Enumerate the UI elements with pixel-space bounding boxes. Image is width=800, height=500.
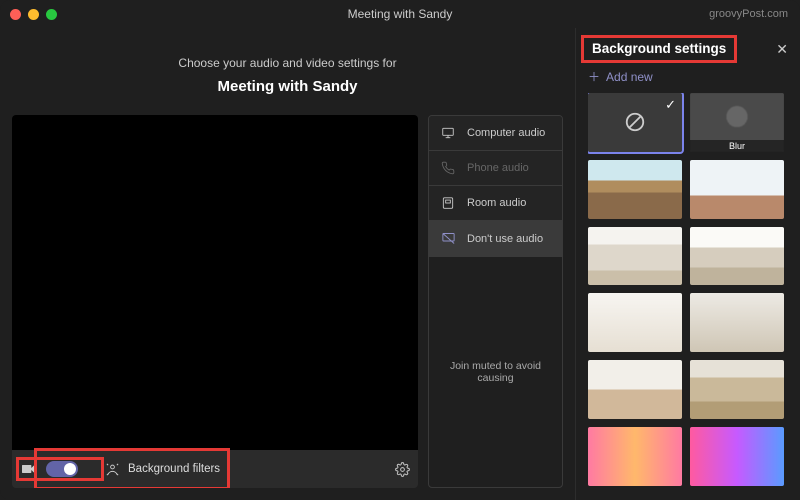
phone-audio-label: Phone audio [467, 162, 529, 174]
bg-option-image[interactable] [690, 360, 784, 419]
bg-option-image[interactable] [690, 160, 784, 219]
no-audio-icon [441, 231, 457, 246]
room-audio-label: Room audio [467, 197, 526, 209]
bg-option-none[interactable]: ✓ [588, 93, 682, 152]
bg-option-image[interactable] [690, 227, 784, 286]
add-new-button[interactable]: ＋ Add new [588, 68, 788, 85]
watermark: groovyPost.com [709, 8, 788, 20]
no-audio-option[interactable]: Don't use audio [429, 221, 562, 257]
audio-options: Computer audio Phone audio Room audio Do… [428, 115, 563, 488]
plus-icon: ＋ [588, 68, 600, 85]
phone-icon [441, 161, 457, 175]
phone-audio-option: Phone audio [429, 151, 562, 186]
bg-option-image[interactable] [588, 360, 682, 419]
monitor-icon [441, 126, 457, 140]
join-muted-note: Join muted to avoid causing [429, 257, 562, 487]
bg-option-blur[interactable]: Blur [690, 93, 784, 152]
computer-audio-label: Computer audio [467, 127, 545, 139]
titlebar: Meeting with Sandy groovyPost.com [0, 0, 800, 28]
room-icon [441, 196, 457, 210]
bg-option-image[interactable] [588, 427, 682, 486]
bg-option-image[interactable] [588, 160, 682, 219]
camera-toggle[interactable] [46, 461, 78, 477]
meeting-name: Meeting with Sandy [12, 78, 563, 95]
blur-label: Blur [690, 140, 784, 152]
device-settings-button[interactable] [394, 461, 410, 477]
no-audio-label: Don't use audio [467, 233, 543, 245]
bg-option-image[interactable] [588, 227, 682, 286]
camera-icon [20, 461, 36, 477]
video-preview [12, 115, 418, 450]
add-new-label: Add new [606, 70, 653, 84]
background-filters-label: Background filters [128, 463, 220, 475]
computer-audio-option[interactable]: Computer audio [429, 116, 562, 151]
background-settings-panel: Background settings ✕ ＋ Add new ✓ Blur [575, 28, 800, 500]
background-grid[interactable]: ✓ Blur [588, 93, 788, 486]
video-toolbar: Background filters [12, 450, 418, 488]
settings-prompt: Choose your audio and video settings for [12, 56, 563, 70]
bg-option-image[interactable] [690, 293, 784, 352]
check-icon: ✓ [665, 97, 676, 113]
close-panel-button[interactable]: ✕ [776, 41, 788, 58]
room-audio-option[interactable]: Room audio [429, 186, 562, 221]
bg-option-image[interactable] [588, 293, 682, 352]
background-filters-button[interactable]: Background filters [104, 461, 220, 477]
window-title: Meeting with Sandy [0, 7, 800, 21]
bg-option-image[interactable] [690, 427, 784, 486]
background-filters-icon [104, 461, 120, 477]
